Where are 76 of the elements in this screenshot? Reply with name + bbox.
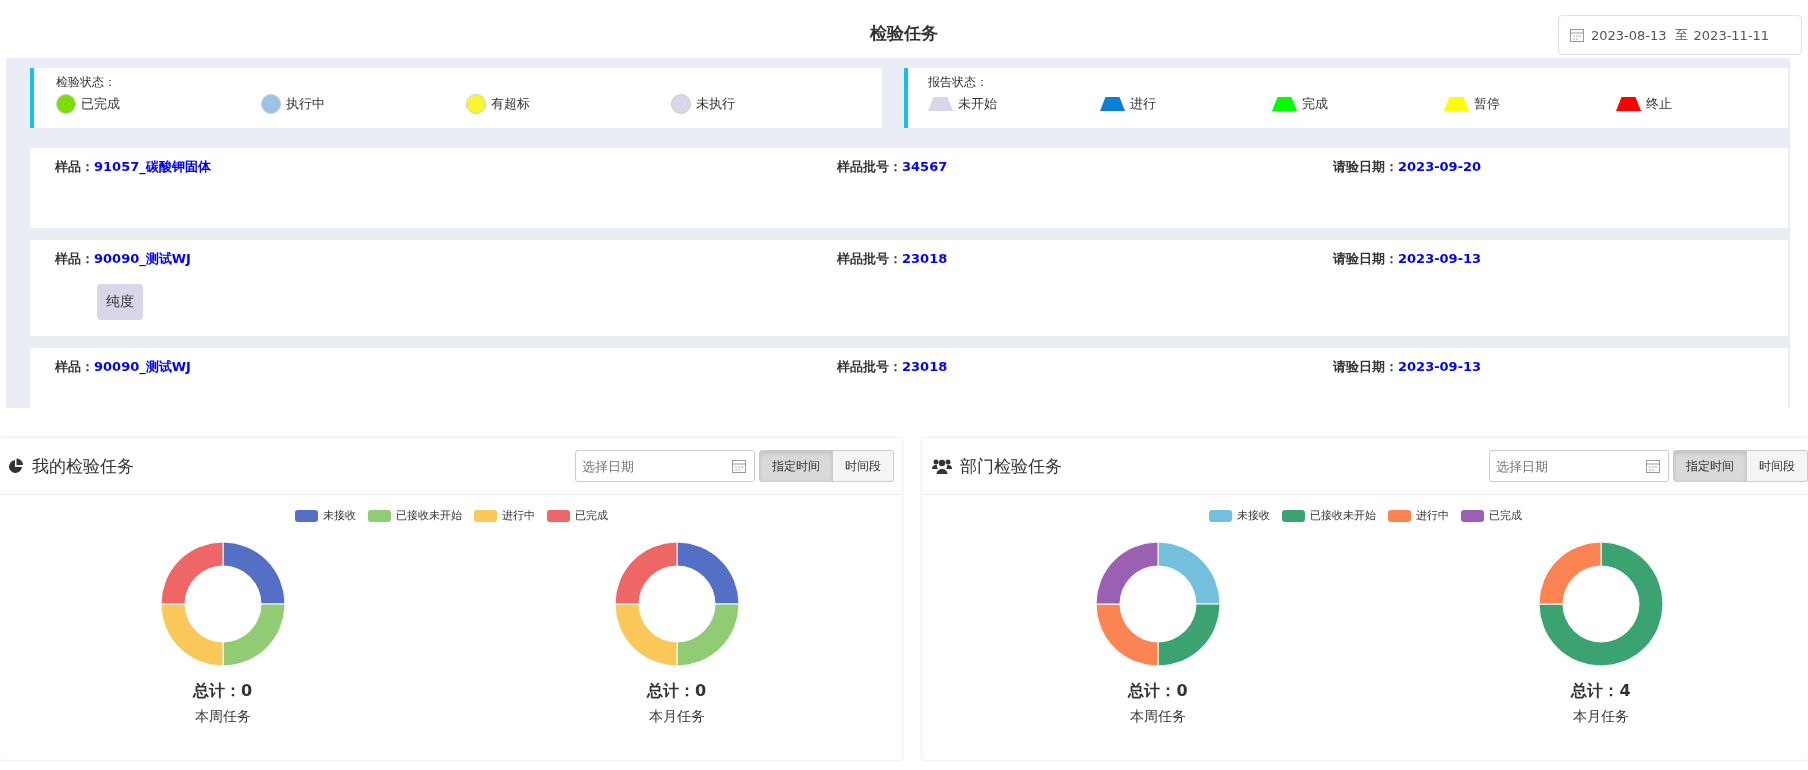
donut-slice xyxy=(676,603,739,667)
calendar-icon xyxy=(731,458,747,474)
status-label: 完成 xyxy=(1302,95,1328,113)
legend-label: 已接收未开始 xyxy=(1309,508,1376,523)
test-item-tag[interactable]: 纯度 xyxy=(97,284,143,320)
donut-slice xyxy=(222,603,285,667)
legend-label: 进行中 xyxy=(501,508,535,523)
status-label: 暂停 xyxy=(1474,95,1500,113)
legend-label: 已完成 xyxy=(1488,508,1522,523)
range-separator: 至 xyxy=(1674,26,1688,44)
chart-caption: 本月任务 xyxy=(648,708,705,726)
calendar-icon xyxy=(1645,458,1661,474)
field-label: 请验日期： xyxy=(1333,159,1398,174)
total-count: 总计：0 xyxy=(192,681,253,702)
time-mode-button[interactable]: 指定时间 xyxy=(1673,450,1747,482)
donut-slice xyxy=(1157,541,1221,605)
status-label: 终止 xyxy=(1646,95,1672,113)
legend-label: 已完成 xyxy=(574,508,608,523)
legend-title: 检验状态： xyxy=(56,74,117,90)
donut-slice xyxy=(1095,541,1159,605)
field-value: 90090_测试WJ xyxy=(94,251,191,266)
total-count: 总计：0 xyxy=(1128,681,1188,702)
legend-label: 未接收 xyxy=(1236,508,1270,523)
status-label: 未开始 xyxy=(958,95,997,113)
pie-chart-icon xyxy=(8,458,24,474)
field-label: 样品： xyxy=(55,159,94,174)
start-date: 2023-08-13 xyxy=(1591,27,1667,43)
legend-label: 已接收未开始 xyxy=(395,508,462,523)
field-value: 91057_碳酸钾固体 xyxy=(94,159,211,174)
time-mode-button[interactable]: 时间段 xyxy=(1747,450,1808,482)
field-label: 请验日期： xyxy=(1333,251,1398,266)
panel-title: 我的检验任务 xyxy=(32,454,134,478)
field-label: 请验日期： xyxy=(1333,359,1398,374)
field-label: 样品批号： xyxy=(837,251,902,266)
donut-slice xyxy=(160,541,223,605)
donut-slice xyxy=(676,541,739,605)
calendar-icon xyxy=(1569,27,1585,43)
time-mode-button[interactable]: 指定时间 xyxy=(759,450,833,482)
status-label: 进行 xyxy=(1130,95,1156,113)
donut-slice xyxy=(160,603,223,667)
users-icon xyxy=(932,458,952,474)
field-value: 2023-09-13 xyxy=(1398,359,1482,374)
field-value: 23018 xyxy=(902,359,948,374)
total-count: 总计：0 xyxy=(646,681,707,702)
chart-caption: 本周任务 xyxy=(194,708,251,726)
status-label: 有超标 xyxy=(491,95,530,113)
donut-slice xyxy=(1157,603,1221,667)
date-field[interactable]: 选择日期 xyxy=(575,450,755,482)
field-value: 34567 xyxy=(902,159,948,174)
field-label: 样品批号： xyxy=(837,159,902,174)
end-date: 2023-11-11 xyxy=(1693,27,1770,43)
donut-slice xyxy=(614,603,677,667)
total-count: 总计：4 xyxy=(1571,681,1631,702)
legend-label: 进行中 xyxy=(1415,508,1449,523)
status-label: 执行中 xyxy=(286,95,325,113)
field-value: 2023-09-13 xyxy=(1398,251,1482,266)
time-mode-button[interactable]: 时间段 xyxy=(833,450,894,482)
chart-caption: 本月任务 xyxy=(1573,708,1629,726)
chart-caption: 本周任务 xyxy=(1130,708,1186,726)
field-value: 2023-09-20 xyxy=(1398,159,1482,174)
status-label: 未执行 xyxy=(696,95,735,113)
donut-slice xyxy=(1095,603,1159,667)
legend-label: 未接收 xyxy=(322,508,356,523)
legend-title: 报告状态： xyxy=(928,74,989,90)
field-label: 样品批号： xyxy=(837,359,902,374)
field-label: 样品： xyxy=(55,359,94,374)
donut-slice xyxy=(614,541,677,605)
date-field[interactable]: 选择日期 xyxy=(1489,450,1669,482)
status-label: 已完成 xyxy=(81,95,120,113)
field-value: 90090_测试WJ xyxy=(94,359,191,374)
field-label: 样品： xyxy=(55,251,94,266)
panel-title: 部门检验任务 xyxy=(960,454,1062,478)
donut-slice xyxy=(222,541,285,605)
page-title: 检验任务 xyxy=(870,21,938,45)
date-range-field[interactable]: 2023-08-13 至 2023-11-11 xyxy=(1558,15,1802,55)
field-value: 23018 xyxy=(902,251,948,266)
